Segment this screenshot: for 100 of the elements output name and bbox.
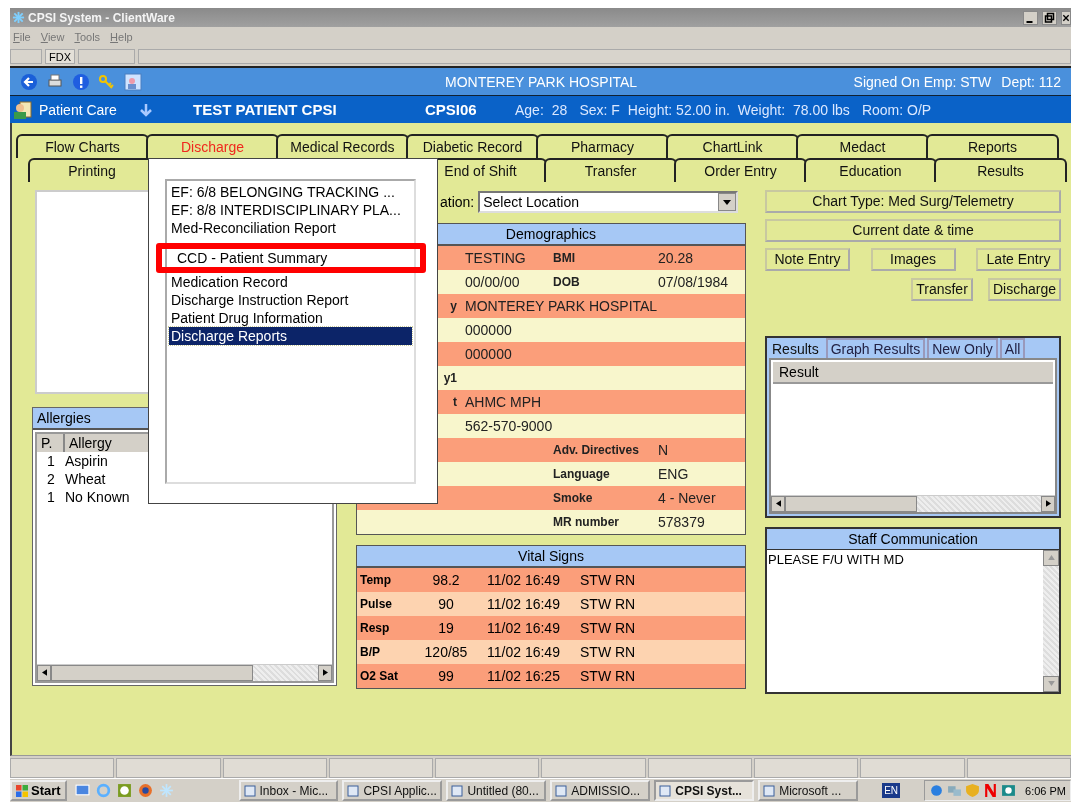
minimize-icon[interactable] bbox=[1023, 10, 1038, 25]
close-icon[interactable] bbox=[1061, 10, 1071, 25]
vital-value: 19 bbox=[437, 619, 455, 638]
computers-icon[interactable] bbox=[947, 783, 963, 798]
action-button[interactable]: Discharge bbox=[988, 278, 1061, 301]
tab[interactable]: Results bbox=[934, 158, 1067, 182]
field-value: 00/00/00 bbox=[465, 274, 520, 290]
app-icon bbox=[555, 784, 568, 797]
tab[interactable]: Reports bbox=[926, 134, 1059, 158]
table-cell-text: 1 bbox=[46, 452, 56, 470]
vital-recorder: STW RN bbox=[580, 619, 637, 638]
snowflake-icon bbox=[12, 11, 25, 24]
taskbar-button[interactable]: CPSI Syst... bbox=[654, 780, 755, 801]
panel-title: Vital Signs bbox=[357, 546, 745, 568]
vital-name: B/P bbox=[359, 644, 381, 661]
clipboard-person-icon bbox=[13, 99, 33, 120]
globe-icon[interactable] bbox=[137, 783, 153, 798]
app-icon bbox=[451, 784, 464, 797]
field-label: Language bbox=[553, 467, 610, 481]
down-arrow-icon bbox=[1047, 681, 1055, 686]
vital-recorder: STW RN bbox=[580, 571, 637, 590]
tab[interactable]: Order Entry bbox=[674, 158, 807, 182]
hospital-name: MONTEREY PARK HOSPITAL bbox=[444, 73, 639, 90]
menu-item[interactable]: Discharge Instruction Report bbox=[169, 291, 412, 309]
alert-icon[interactable] bbox=[72, 72, 90, 91]
key-icon[interactable] bbox=[98, 72, 116, 91]
restore-icon[interactable] bbox=[1042, 10, 1057, 25]
tab[interactable]: Pharmacy bbox=[536, 134, 669, 158]
taskbar-button[interactable]: Inbox - Mic... bbox=[238, 780, 339, 801]
vital-recorder: STW RN bbox=[580, 595, 637, 614]
table-cell-text: 1 bbox=[46, 488, 56, 506]
vital-value: 90 bbox=[437, 595, 455, 614]
action-button[interactable]: Note Entry bbox=[765, 248, 850, 271]
eye-icon[interactable] bbox=[1001, 783, 1017, 798]
tab[interactable]: Medact bbox=[796, 134, 929, 158]
menu-item[interactable]: Discharge Reports bbox=[169, 327, 412, 345]
action-button[interactable]: Images bbox=[870, 248, 956, 271]
tab[interactable]: Transfer bbox=[544, 158, 677, 182]
current-datetime-button[interactable]: Current date & time bbox=[765, 219, 1061, 242]
menu-item[interactable]: EF: 8/8 INTERDISCIPLINARY PLA... bbox=[169, 201, 412, 219]
patient-id: CPSI06 bbox=[425, 101, 478, 118]
patient-field-label: Weight: bbox=[737, 101, 786, 118]
field-label: t bbox=[453, 395, 457, 409]
calendar-person-icon[interactable] bbox=[124, 72, 142, 91]
vital-recorder: STW RN bbox=[580, 643, 637, 662]
start-button[interactable]: Start bbox=[10, 780, 67, 801]
patient-field-label: Height: 52.00 in. bbox=[627, 101, 730, 118]
right-arrow-icon bbox=[1045, 500, 1051, 507]
results-tab[interactable]: Graph Results bbox=[825, 338, 926, 358]
menu-item[interactable]: CCD - Patient Summary bbox=[156, 243, 426, 273]
taskbar-button[interactable]: Microsoft ... bbox=[758, 780, 859, 801]
results-tab[interactable]: All bbox=[999, 338, 1026, 358]
desktop-icon[interactable] bbox=[74, 783, 90, 798]
tab[interactable]: Medical Records bbox=[276, 134, 409, 158]
location-dropdown[interactable]: Select Location bbox=[478, 191, 738, 213]
app-icon bbox=[659, 784, 672, 797]
field-label: DOB bbox=[553, 275, 580, 289]
tab[interactable]: Education bbox=[804, 158, 937, 182]
vital-name: O2 Sat bbox=[359, 668, 399, 685]
column-header[interactable]: Result bbox=[773, 362, 1053, 384]
toolbar-label: FDX bbox=[45, 49, 75, 64]
table-cell: No Known bbox=[65, 488, 130, 506]
network-icon[interactable] bbox=[929, 783, 945, 798]
taskbar-button[interactable]: CPSI Applic... bbox=[342, 780, 443, 801]
horizontal-scrollbar[interactable] bbox=[37, 664, 332, 681]
down-arrow-icon[interactable] bbox=[139, 102, 153, 117]
field-value: 4 - Never bbox=[658, 490, 716, 506]
vital-value: 99 bbox=[437, 667, 455, 686]
field-label: BMI bbox=[553, 251, 575, 265]
menu-item[interactable]: Medication Record bbox=[169, 273, 412, 291]
results-tab[interactable]: New Only bbox=[927, 338, 998, 358]
language-indicator[interactable]: EN bbox=[882, 783, 901, 798]
vital-value: 120/85 bbox=[423, 643, 469, 662]
location-label: ation: bbox=[440, 194, 475, 210]
tray-app-icon[interactable] bbox=[983, 783, 999, 798]
table-cell: Aspirin bbox=[65, 452, 108, 470]
tab[interactable]: Flow Charts bbox=[16, 134, 149, 158]
tab[interactable]: Diabetic Record bbox=[406, 134, 539, 158]
table-cell: Wheat bbox=[65, 470, 106, 488]
taskbar-button[interactable]: Untitled (80... bbox=[446, 780, 547, 801]
field-label: Adv. Directives bbox=[553, 443, 639, 457]
column-header[interactable]: P. bbox=[37, 434, 65, 452]
clock-icon[interactable] bbox=[116, 783, 132, 798]
field-value: N bbox=[658, 442, 669, 458]
field-value: ENG bbox=[658, 466, 689, 482]
vertical-scrollbar[interactable] bbox=[1043, 550, 1059, 692]
chart-type-button[interactable]: Chart Type: Med Surg/Telemetry bbox=[765, 190, 1061, 213]
taskbar-button[interactable]: ADMISSIO... bbox=[550, 780, 651, 801]
patient-field-label: Room: O/P bbox=[861, 101, 932, 118]
menu-item[interactable]: EF: 6/8 BELONGING TRACKING ... bbox=[169, 183, 412, 201]
patient-field-label: Sex: F bbox=[579, 101, 620, 118]
action-button[interactable]: Transfer bbox=[911, 278, 973, 301]
vital-name: Pulse bbox=[359, 596, 393, 613]
tab[interactable]: ChartLink bbox=[666, 134, 799, 158]
horizontal-scrollbar[interactable] bbox=[771, 495, 1055, 512]
vital-time: 11/02 16:25 bbox=[486, 667, 561, 686]
action-button[interactable]: Late Entry bbox=[976, 248, 1061, 271]
menu-item[interactable]: Patient Drug Information bbox=[169, 309, 412, 327]
back-icon[interactable] bbox=[20, 72, 38, 91]
signed-on-user: Signed On Emp: STW bbox=[853, 73, 992, 90]
